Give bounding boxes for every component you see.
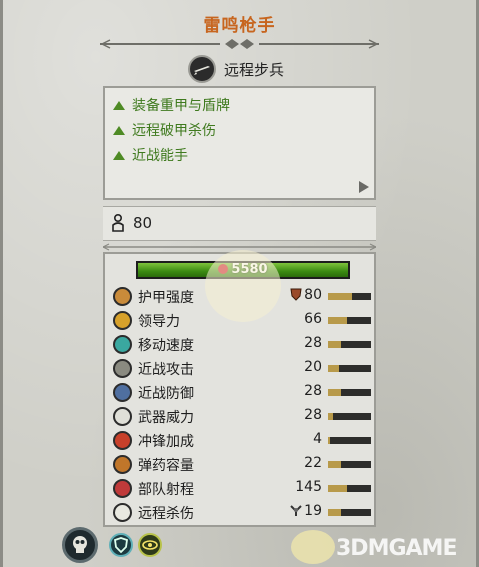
stat-bar	[328, 509, 371, 516]
ammunition-icon	[113, 455, 132, 474]
armor-shield-icon	[290, 288, 302, 301]
stat-row[interactable]: 部队射程 145	[105, 477, 374, 500]
stat-row[interactable]: 近战攻击 20	[105, 357, 374, 380]
trait-item[interactable]: 近战能手	[113, 144, 188, 166]
stat-value: 4	[313, 431, 322, 447]
faction-skull-icon[interactable]	[62, 527, 98, 563]
unit-size-value: 80	[133, 214, 153, 232]
stat-value: 66	[304, 311, 322, 327]
stat-bar-fill	[328, 389, 341, 396]
stat-label: 移动速度	[138, 338, 194, 354]
stat-row[interactable]: 近战防御 28	[105, 381, 374, 404]
stat-bar	[328, 365, 371, 372]
stat-value-wrap: 28	[304, 407, 322, 423]
stat-row[interactable]: 冲锋加成 4	[105, 429, 374, 452]
stat-value: 22	[304, 455, 322, 471]
up-triangle-icon	[113, 150, 125, 160]
stat-value: 28	[304, 407, 322, 423]
stat-bar	[328, 461, 371, 468]
stat-value-wrap: 4	[313, 431, 322, 447]
stat-bar-fill	[328, 485, 347, 492]
stat-bar	[328, 341, 371, 348]
stat-bar	[328, 317, 371, 324]
stat-label: 近战防御	[138, 386, 194, 402]
soldier-icon	[112, 214, 124, 232]
stat-bar-fill	[328, 509, 341, 516]
armor-icon	[113, 287, 132, 306]
stat-value-wrap: 22	[304, 455, 322, 471]
stat-bar-fill	[328, 317, 347, 324]
stat-label: 近战攻击	[138, 362, 194, 378]
unit-type: 远程步兵	[224, 61, 285, 79]
stat-bar-fill	[328, 437, 330, 444]
musket-icon	[188, 55, 216, 83]
eye-ability-icon[interactable]	[138, 533, 162, 557]
stat-label: 武器威力	[138, 410, 194, 426]
stat-label: 弹药容量	[138, 458, 194, 474]
stat-bar	[328, 389, 371, 396]
watermark-mascot-small	[291, 530, 335, 564]
stat-value-wrap: 19	[290, 503, 322, 519]
stat-bar-fill	[328, 365, 339, 372]
melee-attack-icon	[113, 359, 132, 378]
stat-label: 冲锋加成	[138, 434, 194, 450]
stat-bar	[328, 437, 371, 444]
watermark-mascot	[205, 250, 281, 322]
stat-bar-fill	[328, 293, 352, 300]
trait-label: 装备重甲与盾牌	[132, 98, 230, 114]
unit-size-row: 80	[103, 206, 376, 241]
stat-value-wrap: 66	[304, 311, 322, 327]
stat-bar-fill	[328, 461, 341, 468]
stat-bar	[328, 293, 371, 300]
stat-bar-fill	[328, 413, 333, 420]
shield-ability-icon[interactable]	[109, 533, 133, 557]
trait-label: 远程破甲杀伤	[132, 123, 216, 139]
trait-label: 近战能手	[132, 148, 188, 164]
stat-value-wrap: 28	[304, 335, 322, 351]
missile-damage-icon	[113, 503, 132, 522]
trait-item[interactable]: 装备重甲与盾牌	[113, 94, 230, 116]
weapon-strength-icon	[113, 407, 132, 426]
unit-name: 雷鸣枪手	[203, 16, 276, 36]
melee-defence-icon	[113, 383, 132, 402]
stat-value-wrap: 145	[295, 479, 322, 495]
stat-label: 护甲强度	[138, 290, 194, 306]
stat-value: 19	[304, 503, 322, 519]
stat-value: 80	[304, 287, 322, 303]
stat-value: 28	[304, 335, 322, 351]
stat-bar	[328, 485, 371, 492]
stat-row[interactable]: 移动速度 28	[105, 333, 374, 356]
charge-bonus-icon	[113, 431, 132, 450]
stat-label: 领导力	[138, 314, 180, 330]
stat-label: 部队射程	[138, 482, 194, 498]
stat-value: 20	[304, 359, 322, 375]
stat-value: 145	[295, 479, 322, 495]
speed-icon	[113, 335, 132, 354]
stat-bar-fill	[328, 341, 341, 348]
watermark-text: 3DMGAME	[336, 536, 457, 561]
up-triangle-icon	[113, 125, 125, 135]
stat-row[interactable]: 武器威力 28	[105, 405, 374, 428]
expand-arrow-icon[interactable]	[359, 181, 369, 193]
stat-row[interactable]: 远程杀伤 19	[105, 501, 374, 524]
stat-row[interactable]: 弹药容量 22	[105, 453, 374, 476]
trait-item[interactable]: 远程破甲杀伤	[113, 119, 216, 141]
stat-value: 28	[304, 383, 322, 399]
armor-piercing-icon	[290, 504, 302, 517]
stat-value-wrap: 28	[304, 383, 322, 399]
stat-label: 远程杀伤	[138, 506, 194, 522]
up-triangle-icon	[113, 100, 125, 110]
traits-panel: 装备重甲与盾牌 远程破甲杀伤 近战能手	[103, 86, 376, 200]
header-ornament	[100, 39, 379, 49]
stat-bar	[328, 413, 371, 420]
stat-value-wrap: 20	[304, 359, 322, 375]
stat-value-wrap: 80	[290, 287, 322, 303]
leadership-icon	[113, 311, 132, 330]
range-icon	[113, 479, 132, 498]
